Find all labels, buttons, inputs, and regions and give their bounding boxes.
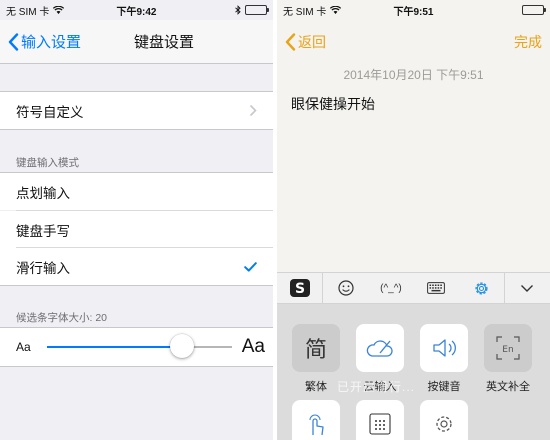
emoji-icon	[338, 280, 354, 296]
status-bar: 无 SIM 卡 下午9:51	[277, 0, 550, 20]
keyboard-settings-screen: 无 SIM 卡 下午9:42 输入设置 键盘设置 符号自定义 键盘输入模式 点划…	[0, 0, 273, 440]
battery-icon	[522, 5, 546, 15]
back-button[interactable]: 输入设置	[0, 31, 81, 52]
slider-knob[interactable]	[169, 334, 194, 358]
carrier-indicator: 无 SIM 卡	[6, 3, 65, 18]
cloud-input-key[interactable]	[356, 324, 404, 372]
font-size-slider-row: Aa Aa	[0, 328, 273, 366]
option-label: 键盘手写	[16, 223, 70, 239]
bluetooth-icon	[235, 5, 241, 15]
font-size-slider[interactable]	[46, 334, 232, 358]
sogou-logo-icon: S	[289, 279, 310, 297]
emoji-button[interactable]	[323, 273, 368, 303]
keyboard-settings-panel: 简 繁体 云输入 按键音 En 英文补全	[277, 304, 550, 440]
option-label: 滑行输入	[16, 260, 70, 276]
back-button-label: 输入设置	[21, 34, 82, 51]
keyboard-icon	[427, 282, 445, 294]
watermark: 已开启滑行...	[337, 380, 416, 394]
notes-screen: 无 SIM 卡 下午9:51 返回 完成 2014年10月20日 下午9:51 …	[277, 0, 550, 440]
option-label: 点划输入	[16, 185, 70, 201]
input-mode-header: 键盘输入模式	[16, 157, 79, 169]
traditional-chinese-icon: 简	[304, 337, 327, 362]
input-mode-option-swipe[interactable]: 滑行输入	[0, 248, 273, 285]
checkmark-icon	[244, 261, 257, 272]
svg-text:S: S	[295, 281, 305, 297]
wifi-icon	[330, 6, 342, 14]
note-text[interactable]: 眼保健操开始	[291, 94, 375, 114]
carrier-label: 无 SIM 卡	[283, 6, 327, 18]
keyboard-button[interactable]	[414, 273, 459, 303]
chevron-left-icon	[285, 33, 296, 51]
navigation-bar: 返回 完成	[277, 20, 550, 64]
english-completion-icon: En	[496, 336, 520, 360]
swipe-gesture-key[interactable]	[292, 400, 340, 440]
wifi-icon	[53, 6, 65, 14]
gear-icon	[436, 416, 452, 432]
chevron-down-icon	[521, 284, 534, 292]
font-size-header: 候选条字体大小: 20	[16, 312, 108, 324]
nine-key-icon	[369, 413, 391, 435]
battery-icon	[245, 5, 269, 15]
collapse-keyboard-button[interactable]	[505, 273, 550, 303]
swipe-gesture-icon	[309, 414, 324, 436]
kaomoji-icon: (^_^)	[380, 282, 402, 294]
done-button[interactable]: 完成	[514, 32, 542, 52]
note-date: 2014年10月20日 下午9:51	[343, 68, 484, 82]
carrier-indicator: 无 SIM 卡	[283, 3, 342, 18]
svg-text:En: En	[502, 345, 513, 355]
nine-key-layout-key[interactable]	[356, 400, 404, 440]
keyboard-toolbar: S (^_^)	[277, 272, 550, 304]
key-label: 英文补全	[486, 381, 530, 393]
settings-button[interactable]	[459, 273, 504, 303]
navigation-bar: 输入设置 键盘设置	[0, 20, 273, 64]
custom-symbols-label: 符号自定义	[16, 104, 84, 120]
key-sound-key[interactable]	[420, 324, 468, 372]
kaomoji-button[interactable]: (^_^)	[368, 273, 413, 303]
font-size-large-label: Aa	[241, 336, 265, 357]
chevron-left-icon	[8, 32, 19, 51]
key-label: 按键音	[427, 381, 461, 393]
english-completion-key[interactable]: En	[484, 324, 532, 372]
settings-icon	[475, 281, 488, 295]
carrier-label: 无 SIM 卡	[6, 6, 50, 18]
back-button[interactable]: 返回	[285, 32, 326, 52]
chevron-right-icon	[249, 104, 257, 117]
cloud-input-icon	[366, 340, 393, 357]
input-mode-option-handwriting[interactable]: 键盘手写	[0, 211, 273, 248]
traditional-chinese-key[interactable]: 简	[292, 324, 340, 372]
font-size-small-label: Aa	[16, 340, 31, 354]
custom-symbols-cell[interactable]: 符号自定义	[0, 92, 273, 129]
back-button-label: 返回	[298, 34, 326, 50]
key-sound-icon	[433, 339, 456, 357]
status-bar: 无 SIM 卡 下午9:42	[0, 0, 273, 20]
more-settings-key[interactable]	[420, 400, 468, 440]
input-mode-option-tap[interactable]: 点划输入	[0, 173, 273, 210]
sogou-logo-button[interactable]: S	[277, 273, 322, 303]
